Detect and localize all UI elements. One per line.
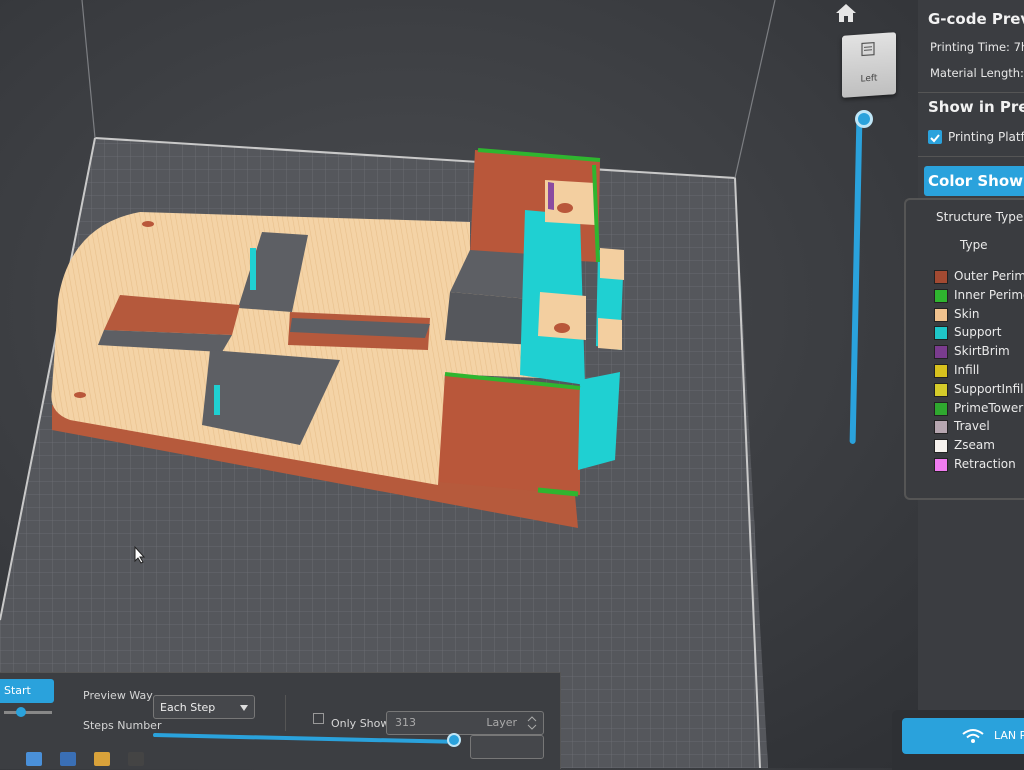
taskbar (0, 748, 560, 768)
speed-slider[interactable] (4, 711, 52, 714)
mouse-cursor-icon (134, 546, 146, 564)
app-icon[interactable] (128, 752, 144, 766)
legend-label: Infill (954, 363, 980, 377)
type-header: Type (960, 238, 988, 252)
start-button[interactable]: Start (0, 679, 54, 703)
speed-slider-handle[interactable] (16, 707, 26, 717)
home-icon[interactable] (834, 2, 858, 24)
check-icon (930, 134, 940, 143)
legend-label: Outer Perim (954, 269, 1024, 283)
printing-platform-label: Printing Platfo (948, 130, 1024, 144)
chevron-down-icon (240, 705, 248, 711)
legend-swatch (934, 288, 948, 303)
legend-label: Retraction (954, 457, 1016, 471)
legend-swatch (934, 439, 948, 454)
legend-label: SkirtBrim (954, 344, 1010, 359)
wifi-icon (962, 729, 984, 743)
legend-swatch (934, 345, 948, 360)
preview-way-label: Preview Way (83, 689, 153, 702)
legend-swatch (934, 401, 948, 416)
legend-swatch (934, 382, 948, 397)
legend-swatch (934, 270, 948, 284)
view-cube-label: Left (860, 73, 878, 85)
only-show-checkbox[interactable] (313, 713, 324, 724)
printing-platform-checkbox[interactable] (928, 130, 942, 144)
steps-number-label: Steps Number (83, 719, 162, 732)
material-length: Material Length: (930, 66, 1024, 80)
document-icon (861, 42, 875, 57)
layer-value: 313 (395, 716, 416, 729)
legend-label: PrimeTower (954, 400, 1024, 415)
legend-label: Skin (954, 306, 980, 321)
preview-way-value: Each Step (160, 701, 216, 714)
folder-icon[interactable] (94, 752, 110, 766)
legend-swatch (934, 420, 948, 435)
legend-label: Zseam (954, 438, 995, 453)
app-icon[interactable] (60, 752, 76, 766)
panel-title: G-code Prev (928, 10, 1024, 28)
legend-swatch (934, 307, 948, 322)
legend-label: SupportInfill (954, 381, 1024, 396)
legend-swatch (934, 458, 948, 472)
legend-label: Support (954, 325, 1002, 340)
legend-swatch (934, 364, 948, 378)
lan-print-button[interactable]: LAN P (902, 718, 1024, 754)
lan-label: LAN P (994, 729, 1024, 742)
divider (918, 156, 1024, 157)
show-in-preview-title: Show in Pre (928, 98, 1024, 116)
legend-swatch (934, 326, 948, 341)
view-cube[interactable]: Left (842, 32, 896, 98)
structure-type-label: Structure Type (936, 210, 1024, 224)
divider (918, 92, 1024, 93)
legend-label: Inner Perime (954, 287, 1024, 302)
mail-icon[interactable] (26, 752, 42, 766)
layer-unit: Layer (486, 716, 517, 729)
steps-slider-handle[interactable] (447, 733, 461, 747)
structure-type-legend: Structure Type Type Outer Perim Inner Per… (904, 198, 1024, 500)
preview-way-select[interactable]: Each Step (153, 695, 255, 719)
legend-label: Travel (954, 419, 990, 434)
only-show-label: Only Show (331, 717, 390, 730)
spinner-arrows-icon[interactable] (527, 715, 537, 731)
layer-input[interactable]: 313 Layer (386, 711, 544, 735)
printing-time: Printing Time: 7h (930, 40, 1024, 54)
divider (285, 695, 286, 731)
color-show-button[interactable]: Color Show (924, 166, 1024, 196)
layer-slider-handle[interactable] (855, 110, 873, 128)
